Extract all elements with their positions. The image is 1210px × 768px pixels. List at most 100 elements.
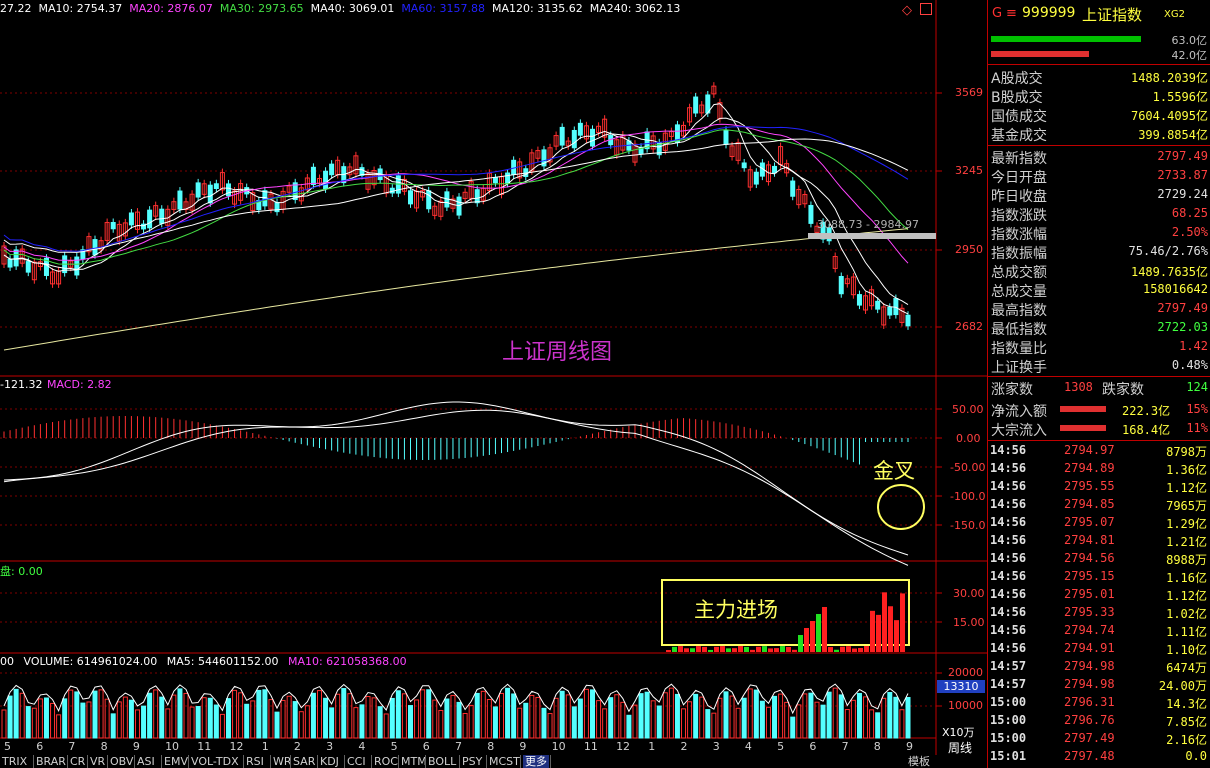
indicator-tab[interactable]: BOLL [428, 755, 456, 768]
row-value: 2733.87 [1157, 168, 1208, 182]
candle [110, 222, 116, 230]
diamond-icon[interactable]: ◇ [902, 3, 912, 18]
volume-bar [1, 709, 7, 739]
volume-bar [165, 708, 171, 739]
tick-row[interactable]: 14:56 2794.85 7965万 [988, 496, 1210, 514]
market-flag[interactable]: G [992, 6, 1002, 21]
indicator-tab[interactable]: PSY [462, 755, 482, 768]
indicator-tab[interactable]: ROC [374, 755, 398, 768]
tick-row[interactable]: 14:57 2794.98 24.00万 [988, 676, 1210, 694]
tick-row[interactable]: 14:56 2795.33 1.02亿 [988, 604, 1210, 622]
volume-bar [784, 701, 790, 739]
flow-bar [756, 646, 761, 652]
divider [988, 145, 1210, 146]
volume-bar [523, 702, 529, 739]
tick-row[interactable]: 14:56 2794.91 1.10亿 [988, 640, 1210, 658]
tick-row[interactable]: 15:01 2797.48 0.0 [988, 748, 1210, 766]
tick-row[interactable]: 15:00 2796.76 7.85亿 [988, 712, 1210, 730]
indicator-tab[interactable]: CR [70, 755, 85, 768]
divider [988, 376, 1210, 377]
xg-tag[interactable]: XG2 [1164, 9, 1185, 20]
template-tab[interactable]: 模板 [908, 755, 930, 768]
tick-price: 2795.55 [1064, 479, 1115, 493]
tick-row[interactable]: 14:56 2795.07 1.29亿 [988, 514, 1210, 532]
tick-row[interactable]: 14:56 2794.97 8798万 [988, 442, 1210, 460]
flow-bar [750, 649, 755, 652]
tick-row[interactable]: 14:56 2795.15 1.16亿 [988, 568, 1210, 586]
stock-code: 999999 [1022, 5, 1076, 21]
indicator-tab[interactable]: CCI [347, 755, 366, 768]
indicator-tab[interactable]: BRAR [36, 755, 66, 768]
indicator-tab[interactable]: TRIX [2, 755, 27, 768]
volume-bar [147, 692, 153, 739]
volume-bar [383, 713, 389, 739]
indicator-tab[interactable]: SAR [293, 755, 315, 768]
flow-value: 222.3亿 [1122, 404, 1171, 418]
flow-value: 168.4亿 [1122, 423, 1171, 437]
tick-volume: 1.16亿 [1166, 571, 1207, 585]
menu-icon[interactable]: ≡ [1006, 6, 1017, 21]
indicator-tab[interactable]: MCST [489, 755, 520, 768]
row-label: 国债成交 [991, 109, 1047, 125]
volume-bar [535, 696, 541, 739]
candle [693, 96, 699, 114]
flow-axis-label-1: 30.00 [953, 587, 985, 600]
tick-price: 2797.48 [1064, 749, 1115, 763]
ma60-line [3, 126, 909, 252]
tick-time: 14:56 [990, 497, 1027, 511]
x-axis-label: 8 [873, 740, 881, 753]
tick-row[interactable]: 14:56 2795.01 1.12亿 [988, 586, 1210, 604]
weekly-kline-chart[interactable] [0, 0, 987, 755]
volume-bar [310, 692, 316, 739]
volume-bar [674, 693, 680, 739]
flow-bar [720, 646, 725, 652]
indicator-tab[interactable]: VR [90, 755, 105, 768]
indicator-tab[interactable]: WR [273, 755, 292, 768]
flow-bar [864, 646, 869, 652]
indicator-tab[interactable]: KDJ [320, 755, 339, 768]
stock-name: 上证指数 [1082, 6, 1143, 24]
tick-row[interactable]: 14:57 2794.98 6474万 [988, 658, 1210, 676]
indicator-tab[interactable]: VOL-TDX [191, 755, 239, 768]
volume-bar [274, 711, 280, 739]
indicator-tab[interactable]: ASI [137, 755, 155, 768]
flow-pct: 15% [1186, 402, 1208, 416]
close-chart-icon[interactable] [920, 3, 932, 15]
tick-row[interactable]: 14:56 2795.55 1.12亿 [988, 478, 1210, 496]
ma5-line [3, 103, 909, 315]
tick-volume: 2.16亿 [1166, 733, 1207, 747]
tick-row[interactable]: 14:56 2794.74 1.11亿 [988, 622, 1210, 640]
buy-volume-bar [991, 36, 1141, 42]
tick-row[interactable]: 15:00 2797.49 2.16亿 [988, 730, 1210, 748]
volume-bar [881, 697, 887, 739]
candle [838, 275, 844, 295]
x-axis-label: 12 [229, 740, 244, 753]
indicator-tab[interactable]: 更多 [523, 755, 549, 768]
tick-row[interactable]: 14:56 2794.89 1.36亿 [988, 460, 1210, 478]
tick-row[interactable]: 14:56 2794.81 1.21亿 [988, 532, 1210, 550]
turnover-row: 国债成交 7604.4095亿 [988, 105, 1210, 125]
volume-bar [796, 704, 802, 739]
candle [893, 298, 899, 316]
indicator-tab[interactable]: RSI [246, 755, 264, 768]
price-box-annotation: 3088.73 - 2984.97 [817, 218, 919, 231]
golden-cross-circle [877, 484, 925, 530]
tick-time: 15:00 [990, 695, 1027, 709]
period-label[interactable]: 周线 [948, 739, 972, 756]
indicator-tab[interactable]: MTM [401, 755, 427, 768]
volume-bar [517, 707, 523, 739]
candle [571, 129, 577, 149]
volume-bar [141, 705, 147, 739]
indicator-tab[interactable]: EMV [164, 755, 188, 768]
volume-bar [438, 709, 444, 739]
volume-bar [614, 694, 620, 739]
tick-row[interactable]: 14:56 2794.56 8988万 [988, 550, 1210, 568]
tick-row[interactable]: 15:00 2796.31 14.3亿 [988, 694, 1210, 712]
macd-dif-line [3, 401, 909, 556]
tab-separator [188, 755, 189, 768]
candle [128, 212, 134, 226]
indicator-tab[interactable]: OBV [110, 755, 133, 768]
volume-bar [887, 692, 893, 739]
tick-volume: 1.12亿 [1166, 481, 1207, 495]
volume-bar [25, 706, 31, 739]
